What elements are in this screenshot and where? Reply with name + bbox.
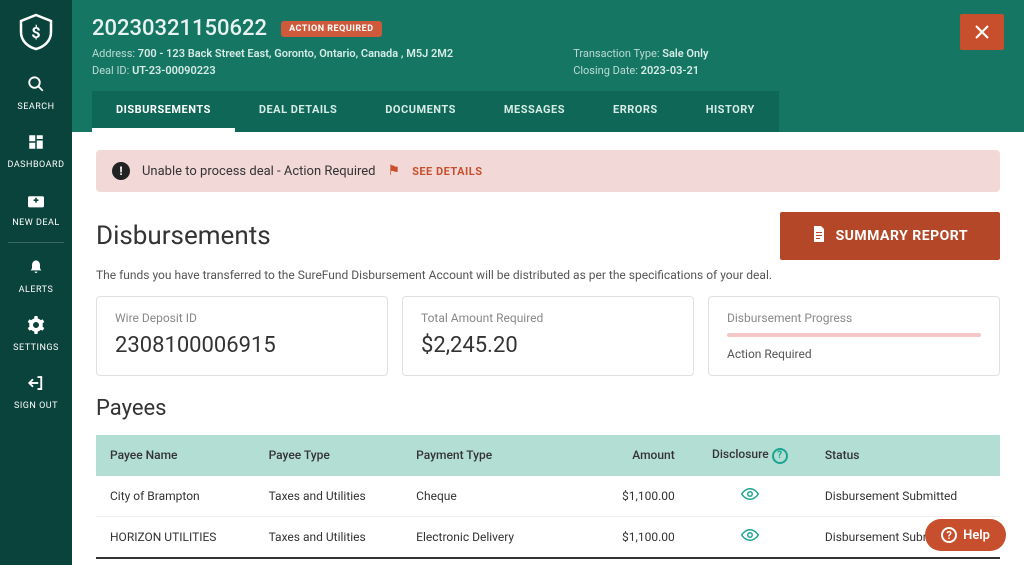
wire-deposit-label: Wire Deposit ID [115,311,369,325]
wire-deposit-value: 2308100006915 [115,333,369,358]
help-button[interactable]: ? Help [925,519,1006,551]
table-row: HORIZON UTILITIES Taxes and Utilities El… [96,516,1000,558]
nav-label: SIGN OUT [14,401,58,411]
cell-type: Taxes and Utilities [255,516,403,558]
summary-report-label: SUMMARY REPORT [836,228,968,244]
closing-value: 2023-03-21 [641,64,699,77]
cell-payment: Electronic Delivery [402,516,593,558]
see-details-link[interactable]: SEE DETAILS [412,165,482,178]
subtotal-label: SUBTOTAL [402,558,593,565]
progress-status: Action Required [727,347,981,361]
alert-icon: ! [112,162,130,180]
table-row: City of Brampton Taxes and Utilities Che… [96,476,1000,517]
help-icon[interactable]: ? [772,448,788,464]
page-title: Disbursements [96,221,271,251]
total-amount-value: $2,245.20 [421,333,675,358]
help-question-icon: ? [941,527,957,543]
gear-icon [27,315,45,339]
flag-icon: ⚑ [388,163,401,179]
nav-search[interactable]: SEARCH [0,64,72,122]
search-icon [27,74,45,98]
tab-documents[interactable]: DOCUMENTS [361,91,480,132]
app-logo: $ [16,12,56,52]
nav-label: NEW DEAL [12,218,60,228]
total-amount-card: Total Amount Required $2,245.20 [402,296,694,376]
content-area: ! Unable to process deal - Action Requir… [72,132,1024,565]
alert-banner: ! Unable to process deal - Action Requir… [96,150,1000,192]
col-payee-name: Payee Name [96,435,255,476]
nav-sign-out[interactable]: SIGN OUT [0,363,72,421]
cell-name: City of Brampton [96,476,255,517]
col-payee-type: Payee Type [255,435,403,476]
col-payment-type: Payment Type [402,435,593,476]
progress-label: Disbursement Progress [727,311,981,325]
deal-title: 20230321150622 [92,16,267,41]
nav-label: SEARCH [17,102,54,112]
col-status: Status [811,435,1000,476]
nav-dashboard[interactable]: DASHBOARD [0,122,72,180]
nav-label: SETTINGS [13,343,59,353]
deal-header: 20230321150622 ACTION REQUIRED Address: … [72,0,1024,132]
dashboard-icon [27,132,45,156]
txtype-label: Transaction Type: [573,47,659,60]
nav-alerts[interactable]: ALERTS [0,247,72,305]
nav-new-deal[interactable]: NEW DEAL [0,180,72,238]
tab-bar: DISBURSEMENTS DEAL DETAILS DOCUMENTS MES… [92,91,1004,132]
col-amount: Amount [594,435,689,476]
progress-card: Disbursement Progress Action Required [708,296,1000,376]
page-subtitle: The funds you have transferred to the Su… [96,268,1000,282]
cell-type: Taxes and Utilities [255,476,403,517]
nav-label: ALERTS [19,285,54,295]
subtotal-row: SUBTOTAL $2,200.00 [96,558,1000,565]
action-required-badge: ACTION REQUIRED [281,21,382,37]
tab-disbursements[interactable]: DISBURSEMENTS [92,91,235,132]
payees-table: Payee Name Payee Type Payment Type Amoun… [96,435,1000,565]
dealid-value: UT-23-00090223 [132,64,216,77]
document-icon [812,226,826,246]
sidebar: $ SEARCH DASHBOARD NEW DEAL ALERTS SETTI… [0,0,72,565]
help-label: Help [963,528,990,543]
cell-payment: Cheque [402,476,593,517]
progress-bar [727,333,981,337]
close-button[interactable] [960,14,1004,50]
svg-text:$: $ [31,23,40,42]
alert-message: Unable to process deal - Action Required [142,164,376,179]
new-deal-icon [26,190,46,214]
address-label: Address: [92,47,135,60]
dealid-label: Deal ID: [92,64,129,77]
tab-deal-details[interactable]: DEAL DETAILS [235,91,361,132]
tab-messages[interactable]: MESSAGES [480,91,589,132]
nav-label: DASHBOARD [8,160,65,170]
nav-settings[interactable]: SETTINGS [0,305,72,363]
eye-icon[interactable] [741,529,759,545]
wire-deposit-card: Wire Deposit ID 2308100006915 [96,296,388,376]
cell-amount: $1,100.00 [594,476,689,517]
main-area: 20230321150622 ACTION REQUIRED Address: … [72,0,1024,565]
cell-status: Disbursement Submitted [811,476,1000,517]
cell-name: HORIZON UTILITIES [96,516,255,558]
payees-title: Payees [96,396,1000,421]
cell-amount: $1,100.00 [594,516,689,558]
closing-label: Closing Date: [573,64,638,77]
nav-separator [8,242,64,243]
tab-errors[interactable]: ERRORS [589,91,682,132]
txtype-value: Sale Only [662,47,708,60]
total-amount-label: Total Amount Required [421,311,675,325]
tab-history[interactable]: HISTORY [682,91,779,132]
eye-icon[interactable] [741,488,759,504]
address-value: 700 - 123 Back Street East, Goronto, Ont… [138,47,453,60]
col-disclosure: Disclosure ? [689,435,811,476]
subtotal-amount: $2,200.00 [594,558,689,565]
sign-out-icon [27,373,45,397]
summary-report-button[interactable]: SUMMARY REPORT [780,212,1000,260]
bell-icon [28,257,44,281]
